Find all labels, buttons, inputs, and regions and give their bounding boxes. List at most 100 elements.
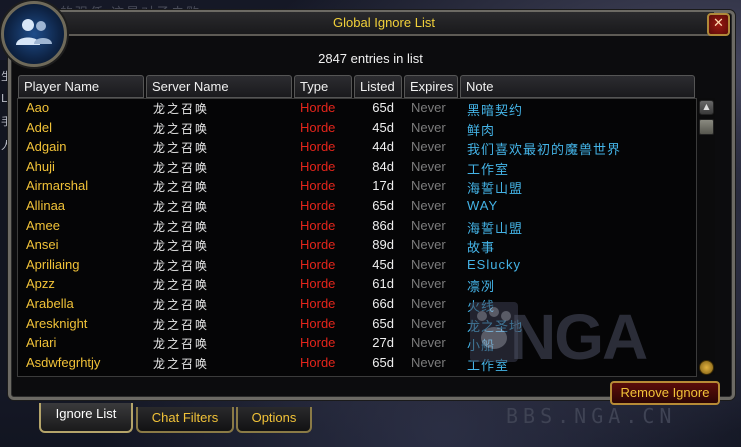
cell-type: Horde <box>300 335 336 351</box>
cell-server: 龙之召唤 <box>153 121 210 136</box>
cell-server: 龙之召唤 <box>153 200 210 214</box>
cell-type: Horde <box>300 178 336 194</box>
table-row[interactable]: Adel 龙之召唤 Horde 45d Never 鲜肉 <box>18 119 696 139</box>
cell-expires: Never <box>411 217 446 233</box>
cell-note: 海誓山盟 <box>467 181 524 197</box>
cell-name: Adel <box>26 119 53 135</box>
cell-expires: Never <box>411 296 446 311</box>
cell-name: Asdwfegrhtjy <box>26 354 101 370</box>
column-header-listed[interactable]: Listed <box>354 75 402 98</box>
table-row[interactable]: Allinaa 龙之召唤 Horde 65d Never WAY <box>18 197 696 217</box>
cell-type: Horde <box>300 296 336 311</box>
cell-listed: 86d <box>372 217 394 233</box>
table-row[interactable]: Airmarshal 龙之召唤 Horde 17d Never 海誓山盟 <box>18 177 696 197</box>
cell-name: Ariari <box>26 335 57 351</box>
cell-listed: 66d <box>372 296 394 311</box>
cell-name: Arabella <box>26 296 74 311</box>
cell-name: Apzz <box>26 276 55 292</box>
cell-listed: 45d <box>372 256 394 272</box>
cell-type: Horde <box>300 315 336 331</box>
remove-ignore-button[interactable]: Remove Ignore <box>610 381 720 405</box>
cell-expires: Never <box>411 276 446 292</box>
cell-listed: 61d <box>372 276 394 292</box>
tab-ignore-list[interactable]: Ignore List <box>39 403 133 433</box>
cell-server: 龙之召唤 <box>153 298 210 312</box>
column-header-note[interactable]: Note <box>460 75 695 98</box>
cell-name: Aresknight <box>26 315 88 331</box>
column-header-expires[interactable]: Expires <box>404 75 458 98</box>
cell-type: Horde <box>300 119 336 135</box>
cell-listed: 17d <box>372 178 394 194</box>
cell-server: 龙之召唤 <box>153 102 210 116</box>
scroll-to-bottom-button[interactable] <box>699 360 714 375</box>
cell-note: 我们喜欢最初的魔兽世界 <box>467 142 622 158</box>
close-button[interactable]: ✕ <box>707 13 730 36</box>
list-scrollbar[interactable]: ▲ <box>697 98 715 375</box>
cell-server: 龙之召唤 <box>153 317 210 332</box>
table-row[interactable]: Apzz 龙之召唤 Horde 61d Never 凛冽 <box>18 275 696 295</box>
cell-note: 故事 <box>467 240 496 256</box>
cell-listed: 89d <box>372 237 394 253</box>
cell-name: Apriliaing <box>26 256 80 272</box>
cell-listed: 84d <box>372 158 394 174</box>
cell-expires: Never <box>411 100 446 115</box>
cell-note: 工作室 <box>467 161 510 177</box>
cell-server: 龙之召唤 <box>153 180 210 195</box>
cell-listed: 65d <box>372 315 394 331</box>
column-header-player-name[interactable]: Player Name <box>18 75 144 98</box>
tab-chat-filters[interactable]: Chat Filters <box>136 407 234 433</box>
cell-server: 龙之召唤 <box>153 160 210 175</box>
cell-expires: Never <box>411 237 446 253</box>
cell-expires: Never <box>411 119 446 135</box>
cell-type: Horde <box>300 139 336 155</box>
cell-expires: Never <box>411 256 446 272</box>
cell-name: Amee <box>26 217 60 233</box>
cell-server: 龙之召唤 <box>153 239 210 254</box>
cell-expires: Never <box>411 335 446 351</box>
cell-server: 龙之召唤 <box>153 141 210 156</box>
cell-expires: Never <box>411 158 446 174</box>
cell-note: WAY <box>467 198 499 213</box>
cell-server: 龙之召唤 <box>153 258 210 273</box>
table-row[interactable]: Apriliaing 龙之召唤 Horde 45d Never ESlucky <box>18 256 696 276</box>
cell-type: Horde <box>300 256 336 272</box>
cell-type: Horde <box>300 276 336 292</box>
cell-server: 龙之召唤 <box>153 278 210 293</box>
cell-type: Horde <box>300 237 336 253</box>
cell-type: Horde <box>300 158 336 174</box>
cell-type: Horde <box>300 100 336 115</box>
cell-listed: 44d <box>372 139 394 155</box>
table-row[interactable]: Adgain 龙之召唤 Horde 44d Never 我们喜欢最初的魔兽世界 <box>18 138 696 158</box>
watermark-logo: NGA <box>510 301 648 373</box>
table-row[interactable]: Ansei 龙之召唤 Horde 89d Never 故事 <box>18 236 696 256</box>
window-title: Global Ignore List <box>333 15 435 30</box>
cell-note: 海誓山盟 <box>467 220 524 236</box>
scroll-up-button[interactable]: ▲ <box>699 100 714 115</box>
friends-icon <box>16 19 52 45</box>
scroll-thumb[interactable] <box>699 119 714 135</box>
tab-options[interactable]: Options <box>236 407 312 433</box>
cell-listed: 45d <box>372 119 394 135</box>
column-header-type[interactable]: Type <box>294 75 352 98</box>
cell-listed: 65d <box>372 100 394 115</box>
cell-server: 龙之召唤 <box>153 219 210 234</box>
cell-expires: Never <box>411 354 446 370</box>
table-row[interactable]: Amee 龙之召唤 Horde 86d Never 海誓山盟 <box>18 217 696 237</box>
cell-listed: 27d <box>372 335 394 351</box>
cell-name: Adgain <box>26 139 67 155</box>
cell-name: Ansei <box>26 237 59 253</box>
cell-type: Horde <box>300 198 336 213</box>
cell-server: 龙之召唤 <box>153 356 210 371</box>
cell-note: 鲜肉 <box>467 122 496 138</box>
title-bar[interactable]: Global Ignore List <box>54 12 714 36</box>
cell-name: Aao <box>26 100 50 115</box>
table-row[interactable]: Ahuji 龙之召唤 Horde 84d Never 工作室 <box>18 158 696 178</box>
cell-type: Horde <box>300 217 336 233</box>
cell-name: Allinaa <box>26 198 66 213</box>
column-header-server-name[interactable]: Server Name <box>146 75 292 98</box>
table-row[interactable]: Aao 龙之召唤 Horde 65d Never 黑暗契约 <box>18 99 696 119</box>
cell-note: 凛冽 <box>467 279 496 295</box>
cell-name: Airmarshal <box>26 178 89 194</box>
cell-listed: 65d <box>372 354 394 370</box>
cell-expires: Never <box>411 315 446 331</box>
